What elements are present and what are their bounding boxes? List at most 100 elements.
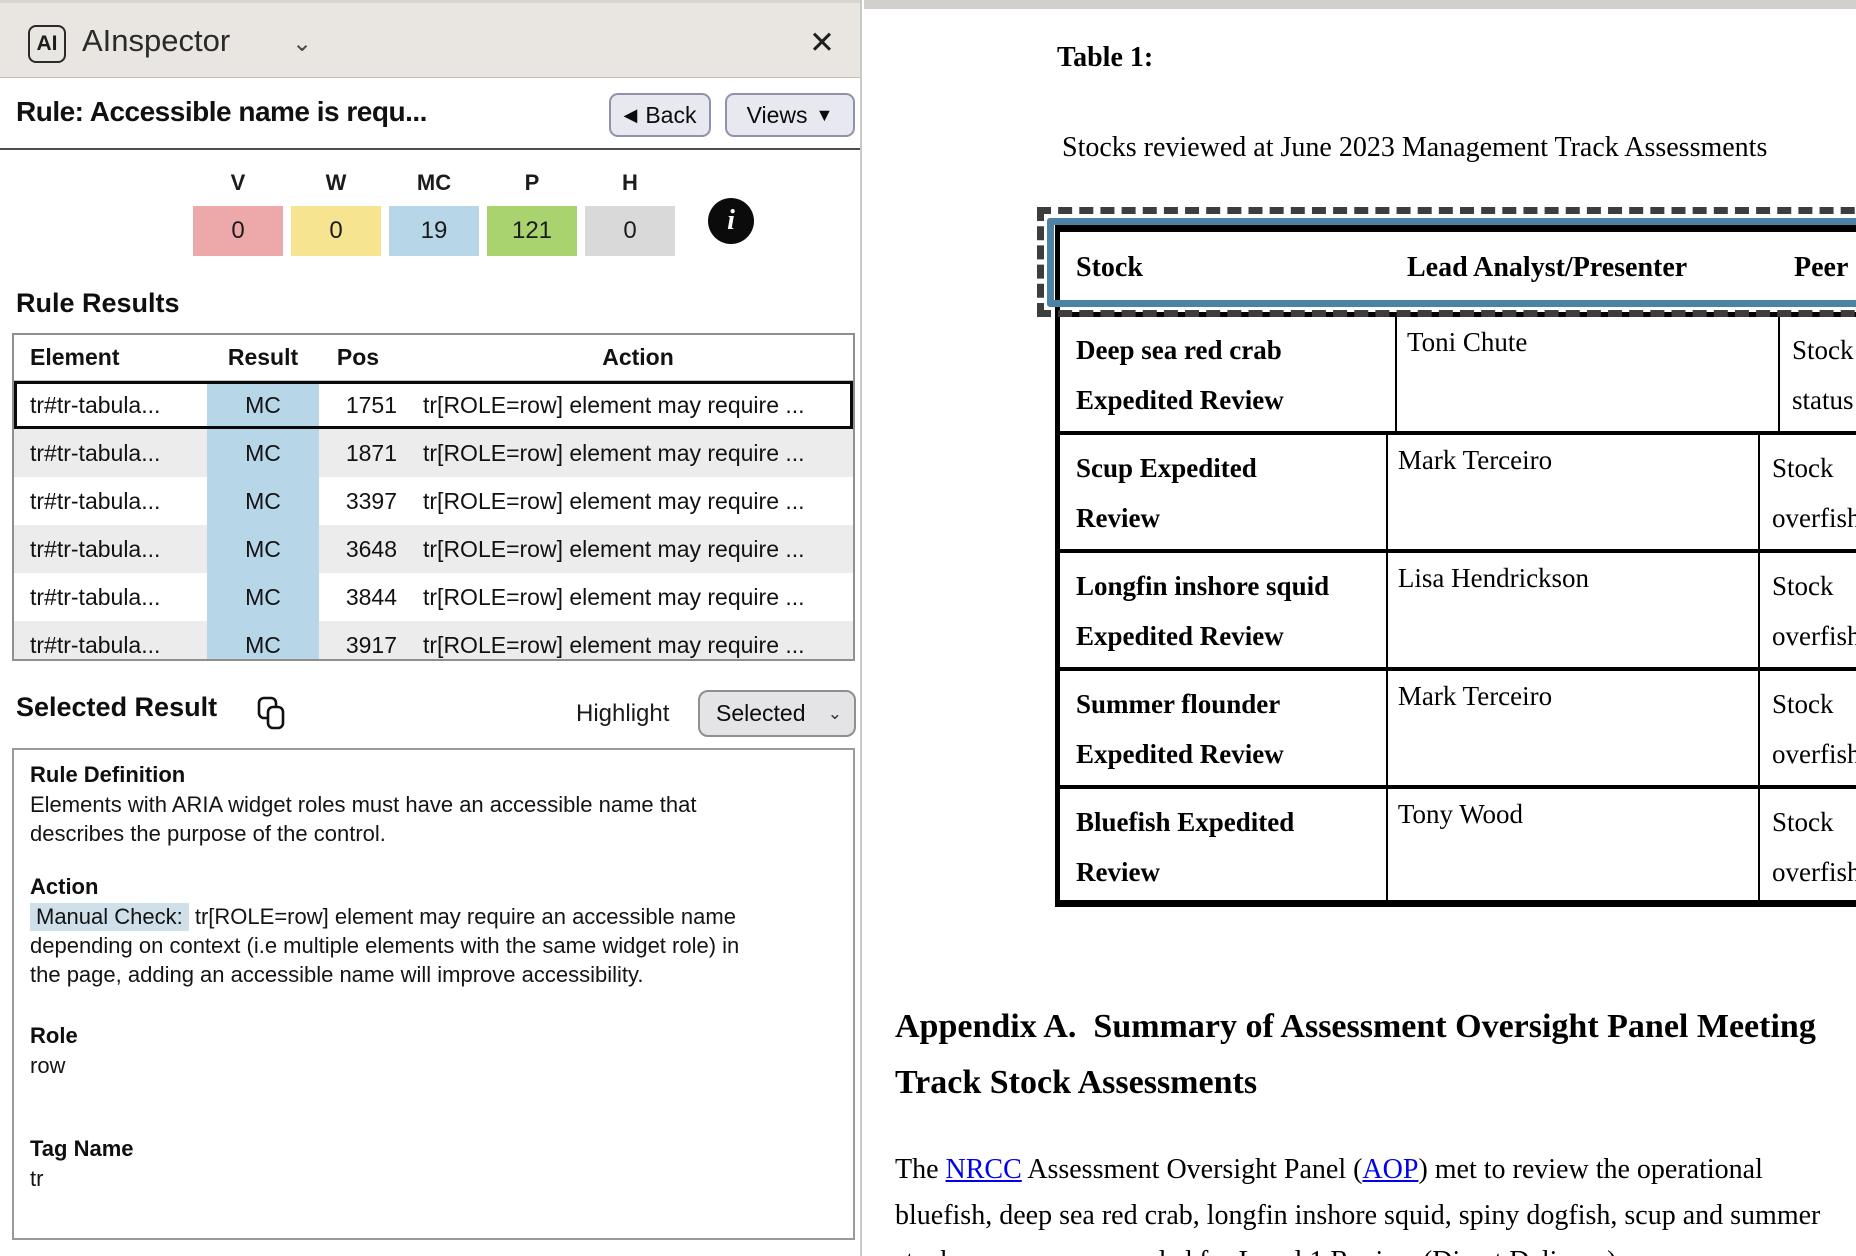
stock-cell: Review: [1076, 493, 1380, 543]
selected-result-detail: Rule Definition Elements with ARIA widge…: [12, 748, 855, 1240]
result-pos: 1751: [319, 392, 405, 419]
manual-check-badge: Manual Check:: [30, 903, 189, 931]
table-1-label: Table 1:: [1057, 42, 1153, 74]
result-action: tr[ROLE=row] element may require ...: [405, 392, 853, 419]
stock-cell: Bluefish Expedited: [1076, 797, 1380, 847]
role-value: row: [30, 1051, 740, 1080]
aop-link[interactable]: AOP: [1362, 1154, 1418, 1185]
rule-definition-label: Rule Definition: [30, 762, 837, 788]
stock-cell: Deep sea red crab: [1076, 325, 1389, 375]
back-button[interactable]: ◀ Back: [609, 93, 711, 137]
appendix-paragraph-line1: The NRCC Assessment Oversight Panel (AOP…: [895, 1154, 1763, 1186]
element-highlight-blue-border: [1047, 218, 1856, 307]
analyst-cell: Mark Terceiro: [1386, 671, 1758, 785]
views-button[interactable]: Views ▼: [725, 93, 855, 137]
result-row-selected[interactable]: tr#tr-tabula... MC 1751 tr[ROLE=row] ele…: [14, 381, 853, 429]
result-element: tr#tr-tabula...: [14, 584, 207, 611]
back-icon: ◀: [624, 105, 638, 126]
results-header-row: Element Result Pos Action: [14, 335, 853, 381]
panel-title-menu[interactable]: AInspector: [82, 23, 230, 59]
stocks-table: Stock Lead Analyst/Presenter Peer Deep s…: [1055, 225, 1856, 907]
ainspector-logo: AI: [28, 25, 66, 63]
stock-cell: Review: [1076, 847, 1380, 897]
result-pos: 3648: [319, 536, 405, 563]
column-header-action: Action: [405, 344, 853, 371]
close-icon[interactable]: ✕: [802, 23, 842, 63]
summary-value-hidden: 0: [585, 206, 675, 256]
peer-cell: Stock: [1772, 443, 1856, 493]
back-label: Back: [645, 102, 696, 129]
ainspector-panel: AI AInspector ⌄ ✕ Rule: Accessible name …: [0, 0, 862, 1256]
peer-cell: Stock: [1772, 679, 1856, 729]
peer-cell: Stock: [1772, 797, 1856, 847]
appendix-paragraph-line3: stocks were recommended for Level 1 Revi…: [895, 1246, 1616, 1256]
result-pos: 3397: [319, 488, 405, 515]
result-action: tr[ROLE=row] element may require ...: [405, 440, 853, 467]
result-action: tr[ROLE=row] element may require ...: [405, 536, 853, 563]
result-element: tr#tr-tabula...: [14, 440, 207, 467]
result-action: tr[ROLE=row] element may require ...: [405, 488, 853, 515]
summary-value-warnings: 0: [291, 206, 381, 256]
result-row[interactable]: tr#tr-tabula... MC 3844 tr[ROLE=row] ele…: [14, 573, 853, 621]
action-label: Action: [30, 874, 837, 900]
highlight-select[interactable]: Selected ⌄: [698, 690, 856, 737]
peer-cell: overfishing: [1772, 611, 1856, 661]
stock-cell: Longfin inshore squid: [1076, 561, 1380, 611]
summary-labels: V W MC P H: [193, 170, 675, 196]
analyst-cell: Mark Terceiro: [1386, 435, 1758, 549]
stock-cell: Expedited Review: [1076, 375, 1389, 425]
analyst-cell: Toni Chute: [1395, 317, 1778, 431]
peer-cell: Stock: [1792, 325, 1856, 375]
appendix-heading-line2: Track Stock Assessments: [895, 1064, 1257, 1102]
result-action: tr[ROLE=row] element may require ...: [405, 584, 853, 611]
panel-titlebar: AI AInspector ⌄ ✕: [0, 0, 860, 78]
stocks-table-row: Bluefish ExpeditedReview Tony Wood Stock…: [1055, 789, 1856, 907]
peer-cell: overfishing: [1772, 729, 1856, 779]
tag-name-value: tr: [30, 1164, 740, 1193]
chevron-down-icon[interactable]: ⌄: [292, 29, 312, 58]
appendix-heading-line1: Appendix A. Summary of Assessment Oversi…: [895, 1008, 1816, 1046]
summary-label-passed: P: [487, 170, 577, 196]
stocks-table-row: Scup ExpeditedReview Mark Terceiro Stock…: [1055, 435, 1856, 553]
nrcc-link[interactable]: NRCC: [946, 1154, 1022, 1185]
info-icon[interactable]: i: [708, 198, 754, 244]
summary-values: 0 0 19 121 0: [193, 206, 675, 256]
screen: AI AInspector ⌄ ✕ Rule: Accessible name …: [0, 0, 1856, 1256]
result-badge: MC: [207, 525, 319, 573]
tag-name-label: Tag Name: [30, 1136, 837, 1162]
stocks-table-row: Longfin inshore squidExpedited Review Li…: [1055, 553, 1856, 671]
result-badge: MC: [207, 621, 319, 661]
stock-cell: Summer flounder: [1076, 679, 1380, 729]
result-row[interactable]: tr#tr-tabula... MC 3648 tr[ROLE=row] ele…: [14, 525, 853, 573]
peer-cell: overfishing: [1772, 847, 1856, 897]
analyst-cell: Lisa Hendrickson: [1386, 553, 1758, 667]
stock-cell: Expedited Review: [1076, 611, 1380, 661]
views-label: Views: [747, 102, 808, 129]
column-header-pos: Pos: [319, 344, 405, 371]
highlight-label: Highlight: [576, 700, 669, 728]
result-pos: 3917: [319, 632, 405, 659]
peer-cell: Stock: [1772, 561, 1856, 611]
page-top-strip: [864, 0, 1856, 9]
rule-definition-text: Elements with ARIA widget roles must hav…: [30, 790, 740, 848]
selected-result-heading: Selected Result: [16, 692, 217, 723]
paragraph-text: ) met to review the operational: [1418, 1154, 1762, 1185]
summary-label-manual-checks: MC: [389, 170, 479, 196]
summary-label-hidden: H: [585, 170, 675, 196]
result-row[interactable]: tr#tr-tabula... MC 1871 tr[ROLE=row] ele…: [14, 429, 853, 477]
result-badge: MC: [207, 477, 319, 525]
result-element: tr#tr-tabula...: [14, 536, 207, 563]
summary-value-passed: 121: [487, 206, 577, 256]
result-row[interactable]: tr#tr-tabula... MC 3917 tr[ROLE=row] ele…: [14, 621, 853, 661]
result-badge: MC: [207, 573, 319, 621]
column-header-result: Result: [207, 335, 319, 380]
peer-cell: overfishing: [1772, 493, 1856, 543]
result-element: tr#tr-tabula...: [14, 392, 207, 419]
rule-results-heading: Rule Results: [16, 288, 180, 319]
stock-cell: Scup Expedited: [1076, 443, 1380, 493]
result-row[interactable]: tr#tr-tabula... MC 3397 tr[ROLE=row] ele…: [14, 477, 853, 525]
summary-value-violations: 0: [193, 206, 283, 256]
select-chevron-icon: ⌄: [828, 704, 842, 724]
summary-label-violations: V: [193, 170, 283, 196]
copy-icon[interactable]: [252, 694, 292, 734]
